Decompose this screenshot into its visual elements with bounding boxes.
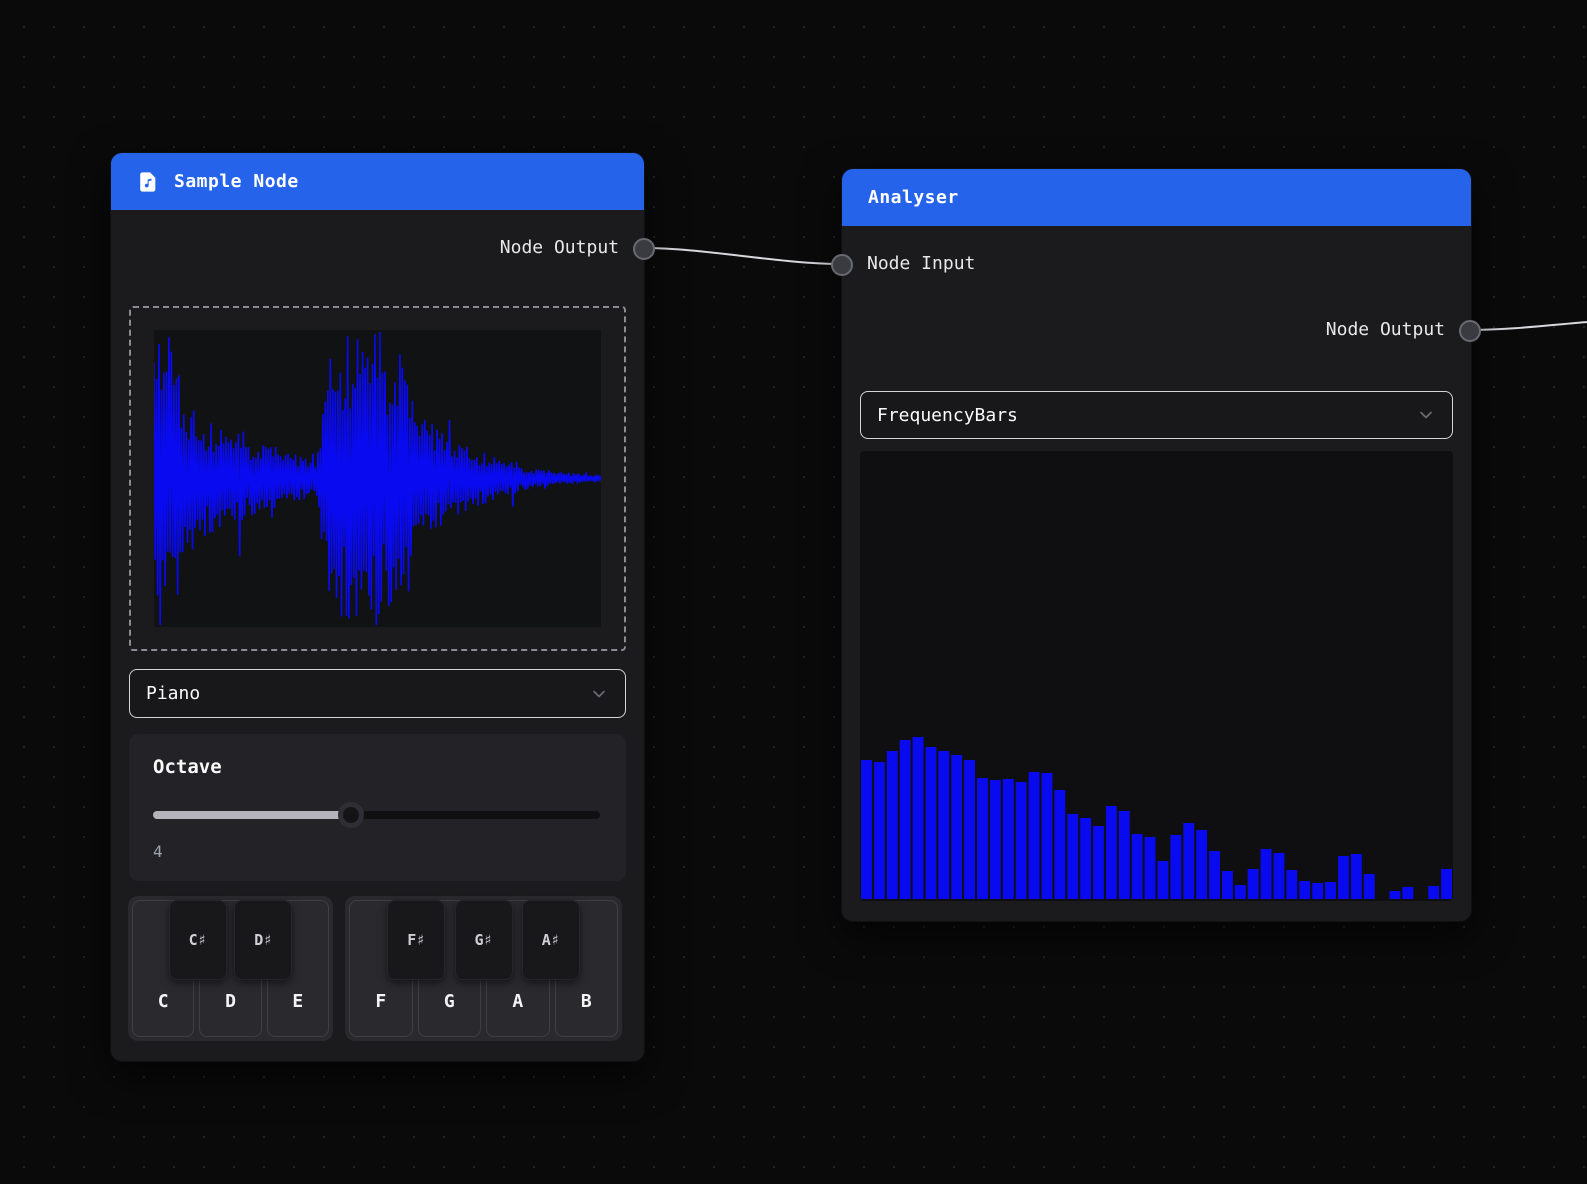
sample-output-port[interactable]	[633, 238, 655, 260]
octave-slider[interactable]	[153, 802, 602, 828]
slider-thumb[interactable]	[337, 802, 364, 828]
octave-value: 4	[153, 842, 163, 861]
octave-label: Octave	[153, 756, 222, 778]
analyser-input-label: Node Input	[867, 253, 976, 274]
node-editor-canvas[interactable]: Sample Node Node Output Piano Octave 4 C…	[0, 0, 1587, 1184]
analyser-output-port[interactable]	[1459, 320, 1481, 342]
analyser-mode-select[interactable]: FrequencyBars	[860, 391, 1453, 439]
instrument-select[interactable]: Piano	[129, 669, 626, 718]
piano-key-Gsharp[interactable]: G♯	[454, 900, 513, 980]
analyser-mode-value: FrequencyBars	[877, 404, 1018, 426]
file-music-icon	[140, 171, 156, 192]
piano-key-Csharp[interactable]: C♯	[168, 900, 227, 980]
analyser-input-port[interactable]	[831, 254, 853, 276]
keyboard-group-fgab: F G A B F♯ G♯ A♯	[345, 896, 622, 1041]
chevron-down-icon	[593, 690, 605, 697]
analyser-node[interactable]: Analyser Node Input Node Output Frequenc…	[831, 168, 1481, 922]
analyser-output-label: Node Output	[1325, 319, 1445, 340]
wire-analyser-output	[1467, 321, 1587, 331]
frequency-bars-display	[860, 451, 1453, 901]
piano-key-Dsharp[interactable]: D♯	[234, 900, 293, 980]
wire-sample-to-analyser	[643, 247, 842, 265]
sample-output-label: Node Output	[499, 237, 619, 258]
instrument-select-value: Piano	[146, 683, 201, 704]
piano-key-Asharp[interactable]: A♯	[521, 900, 580, 980]
sample-node-title: Sample Node	[174, 171, 299, 192]
sample-node-header[interactable]: Sample Node	[111, 153, 644, 210]
analyser-node-title: Analyser	[868, 187, 959, 208]
keyboard-group-cde: C D E C♯ D♯	[128, 896, 333, 1041]
analyser-node-header[interactable]: Analyser	[842, 169, 1471, 226]
waveform-display	[154, 330, 601, 627]
slider-fill	[153, 811, 351, 819]
piano-key-Fsharp[interactable]: F♯	[387, 900, 446, 980]
octave-panel: Octave 4	[129, 734, 626, 881]
sample-node[interactable]: Sample Node Node Output Piano Octave 4 C…	[110, 152, 655, 1062]
waveform-panel	[129, 306, 626, 651]
chevron-down-icon	[1420, 411, 1432, 419]
